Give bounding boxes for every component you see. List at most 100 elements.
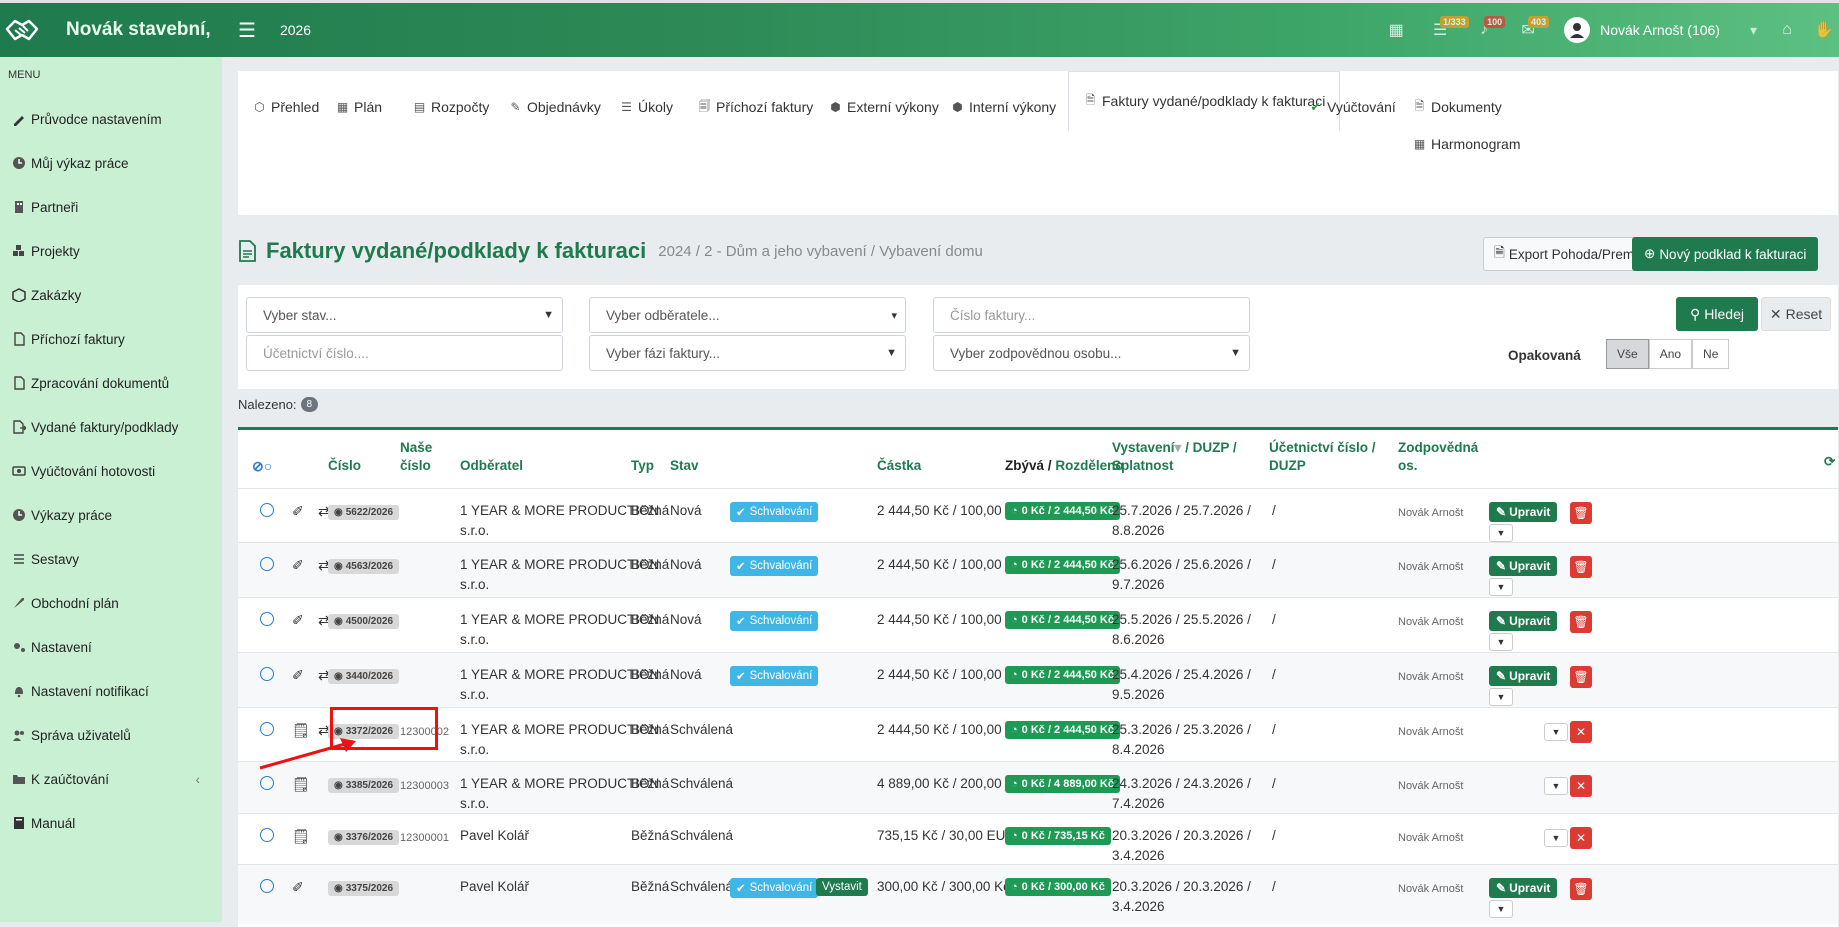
delete-button[interactable]: ✕ (1570, 721, 1592, 743)
brand[interactable]: Novák stavební, (0, 3, 222, 57)
customer-select[interactable]: Vyber odběratele... ▾ (589, 297, 906, 333)
approval-badge[interactable]: ✔ Schvalování (730, 556, 819, 576)
chevron-left-icon[interactable]: ‹ (196, 772, 201, 787)
remaining-split-badge[interactable]: ◔ 0 Kč / 4 889,00 Kč (1005, 775, 1120, 793)
row-actions-dropdown[interactable]: ▼ (1489, 578, 1513, 596)
header-zodp-1[interactable]: Zodpovědná (1398, 438, 1478, 458)
row-actions-dropdown[interactable]: ▼ (1544, 723, 1568, 741)
reset-button[interactable]: ✕ Reset (1761, 297, 1831, 331)
sidebar-item-1[interactable]: Můj výkaz práce (0, 141, 222, 185)
recurring-yes-button[interactable]: Ano (1648, 339, 1693, 369)
bell-icon[interactable]: ♪ 100 (1462, 3, 1506, 57)
header-zodp-2[interactable]: os. (1398, 456, 1418, 476)
header-ucetni-2[interactable]: DUZP (1269, 456, 1306, 476)
row-actions-dropdown[interactable]: ▼ (1489, 524, 1513, 542)
header-nase-1[interactable]: Naše (400, 438, 432, 458)
row-actions-dropdown[interactable]: ▼ (1489, 688, 1513, 706)
approval-badge[interactable]: ✔ Schvalování (730, 666, 819, 686)
tab-3[interactable]: ✎ Objednávky (504, 85, 605, 129)
tab-8[interactable]: 🗎 Faktury vydané/podklady k fakturaci (1068, 71, 1341, 131)
remaining-split-badge[interactable]: ◔ 0 Kč / 2 444,50 Kč (1005, 666, 1120, 684)
hamburger-menu-icon[interactable]: ☰ (238, 18, 256, 43)
row-select-radio[interactable] (260, 722, 274, 736)
phase-select[interactable]: Vyber fázi faktury... ▼ (589, 335, 906, 371)
header-stav[interactable]: Stav (670, 456, 699, 476)
sidebar-item-0[interactable]: Průvodce nastavením (0, 97, 222, 141)
sidebar-item-2[interactable]: Partneři (0, 185, 222, 229)
sidebar-item-9[interactable]: Výkazy práce (0, 493, 222, 537)
delete-button[interactable]: 🗑 (1570, 611, 1592, 633)
sidebar-item-6[interactable]: Zpracování dokumentů (0, 361, 222, 405)
edit-pen-icon[interactable]: ✐ (292, 665, 304, 685)
edit-button[interactable]: ✎ Upravit (1489, 611, 1558, 631)
messages-icon[interactable]: ✉ 403 (1506, 3, 1550, 57)
delete-button[interactable]: ✕ (1570, 827, 1592, 849)
edit-pen-icon[interactable]: ✐ (292, 877, 304, 897)
tasks-icon[interactable]: ☰ 1/333 (1418, 3, 1469, 57)
header-zbyva[interactable]: Zbývá / Rozděleno (1005, 456, 1124, 476)
invoice-number-badge[interactable]: ◉ 4500/2026 (328, 614, 400, 629)
tab-5[interactable]: 🗐 Příchozí faktury (693, 85, 817, 129)
header-ucetni-1[interactable]: Účetnictví číslo / (1269, 438, 1376, 458)
row-select-radio[interactable] (260, 667, 274, 681)
row-select-radio[interactable] (260, 557, 274, 571)
edit-pen-icon[interactable]: ✐ (292, 610, 304, 630)
delete-button[interactable]: 🗑 (1570, 502, 1592, 524)
remaining-split-badge[interactable]: ◔ 0 Kč / 300,00 Kč (1005, 878, 1111, 896)
header-cislo[interactable]: Číslo (328, 456, 361, 476)
edit-pen-icon[interactable]: ✐ (292, 555, 304, 575)
search-button[interactable]: ⚲ Hledej (1676, 297, 1758, 331)
edit-pen-icon[interactable]: ✐ (292, 501, 304, 521)
sidebar-item-4[interactable]: Zakázky (0, 273, 222, 317)
tab-11[interactable]: ▦ Harmonogram (1408, 122, 1524, 166)
remaining-split-badge[interactable]: ◔ 0 Kč / 2 444,50 Kč (1005, 611, 1120, 629)
header-odberatel[interactable]: Odběratel (460, 456, 523, 476)
row-select-radio[interactable] (260, 776, 274, 790)
refresh-icon[interactable]: ⟳ (1824, 452, 1835, 472)
invoice-number-badge[interactable]: ◉ 4563/2026 (328, 559, 400, 574)
sidebar-item-13[interactable]: Nastavení notifikací (0, 669, 222, 713)
row-select-radio[interactable] (260, 879, 274, 893)
invoice-number-badge[interactable]: ◉ 3385/2026 (328, 778, 400, 793)
responsible-person-select[interactable]: Vyber zodpovědnou osobu... ▼ (933, 335, 1250, 371)
new-invoice-button[interactable]: ⊕ Nový podklad k fakturaci (1632, 237, 1819, 271)
row-select-radio[interactable] (260, 612, 274, 626)
select-all-checkbox[interactable]: ⊘○ (252, 456, 272, 477)
header-typ[interactable]: Typ (631, 456, 654, 476)
delete-button[interactable]: ✕ (1570, 775, 1592, 797)
tab-6[interactable]: ⬢ Externí výkony (824, 85, 943, 129)
sidebar-item-8[interactable]: Vyúčtování hotovosti (0, 449, 222, 493)
edit-button[interactable]: ✎ Upravit (1489, 878, 1558, 898)
remaining-split-badge[interactable]: ◔ 0 Kč / 735,15 Kč (1005, 827, 1111, 845)
sidebar-item-15[interactable]: K zaúčtování ‹ (0, 757, 222, 801)
sidebar-item-11[interactable]: Obchodní plán (0, 581, 222, 625)
invoice-number-badge[interactable]: ◉ 3376/2026 (328, 830, 400, 845)
approval-badge[interactable]: ✔ Schvalování (730, 502, 819, 522)
handshake-icon[interactable]: ✋ (1809, 3, 1839, 57)
header-nase-2[interactable]: číslo (400, 456, 431, 476)
bank-icon[interactable]: ⌂ (1765, 3, 1809, 57)
row-actions-dropdown[interactable]: ▼ (1544, 777, 1568, 795)
state-select[interactable]: Vyber stav... ▼ (246, 297, 563, 333)
sidebar-item-7[interactable]: Vydané faktury/podklady (0, 405, 222, 449)
recurring-all-button[interactable]: Vše (1606, 339, 1649, 369)
row-actions-dropdown[interactable]: ▼ (1489, 633, 1513, 651)
tab-1[interactable]: ▦ Plán (331, 85, 386, 129)
sidebar-item-14[interactable]: Správa uživatelů (0, 713, 222, 757)
sidebar-item-12[interactable]: Nastavení (0, 625, 222, 669)
tab-9[interactable]: ✔ Vyúčtování (1304, 85, 1400, 129)
invoice-number-badge[interactable]: ◉ 3440/2026 (328, 669, 400, 684)
edit-button[interactable]: ✎ Upravit (1489, 556, 1558, 576)
header-vystaveni[interactable]: Vystavení▾ / DUZP / (1112, 438, 1237, 458)
row-actions-dropdown[interactable]: ▼ (1489, 900, 1513, 918)
remaining-split-badge[interactable]: ◔ 0 Kč / 2 444,50 Kč (1005, 502, 1120, 520)
user-menu[interactable]: Novák Arnošt (106) ▾ (1564, 17, 1757, 43)
chevron-down-icon[interactable]: ▾ (1750, 22, 1757, 39)
sidebar-item-16[interactable]: Manuál (0, 801, 222, 845)
tab-4[interactable]: ☰ Úkoly (615, 85, 677, 129)
tab-2[interactable]: ▤ Rozpočty (408, 85, 493, 129)
remaining-split-badge[interactable]: ◔ 0 Kč / 2 444,50 Kč (1005, 556, 1120, 574)
header-splatnost[interactable]: Splatnost (1112, 456, 1174, 476)
approval-badge[interactable]: ✔ Schvalování (730, 878, 819, 898)
calendar-icon[interactable]: ▦ (1374, 3, 1418, 57)
